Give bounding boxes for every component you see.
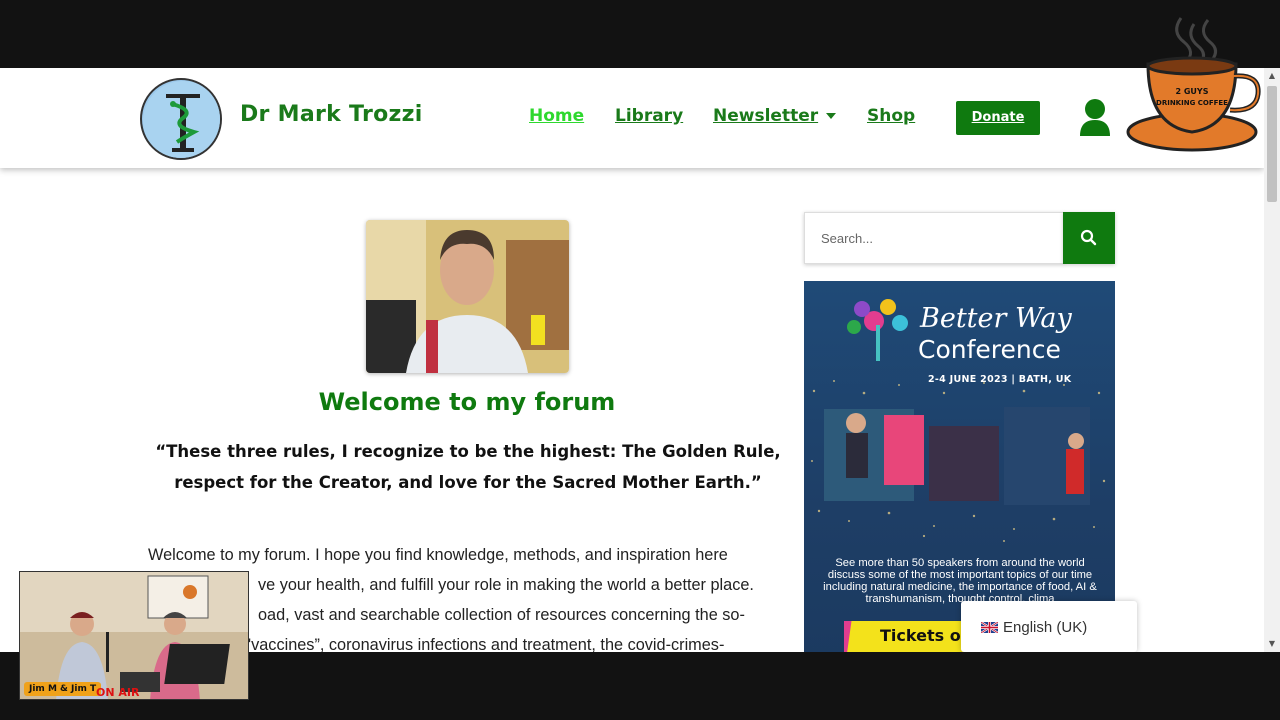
doctor-photo <box>366 220 569 373</box>
site-logo[interactable] <box>140 78 222 160</box>
scroll-down-arrow[interactable]: ▼ <box>1264 636 1280 652</box>
user-account-icon[interactable] <box>1078 98 1112 138</box>
search-icon <box>1080 229 1097 246</box>
nav-newsletter[interactable]: Newsletter <box>713 106 837 126</box>
page-scrollbar[interactable]: ▲ ▼ <box>1264 68 1280 652</box>
coffee-logo-text-2: DRINKING COFFEE <box>1156 99 1228 107</box>
stream-top-bar <box>0 0 1280 68</box>
nav-shop[interactable]: Shop <box>867 106 915 126</box>
language-label: English (UK) <box>1003 619 1088 636</box>
uk-flag-icon <box>981 622 998 633</box>
welcome-heading: Welcome to my forum <box>318 388 616 416</box>
chevron-down-icon <box>826 113 837 119</box>
caduceus-icon <box>143 81 220 158</box>
conference-banner[interactable]: Better Way Conference 2-4 JUNE 2023 | BA… <box>804 281 1115 652</box>
nav-newsletter-label: Newsletter <box>713 106 819 126</box>
banner-title-line1: Better Way <box>920 303 1072 334</box>
webcam-scene <box>20 572 248 699</box>
browser-viewport: Dr Mark Trozzi Home Library Newsletter S… <box>0 68 1264 652</box>
intro-line: Welcome to my forum. I hope you find kno… <box>148 546 728 564</box>
site-header: Dr Mark Trozzi Home Library Newsletter S… <box>0 68 1264 168</box>
donate-button[interactable]: Donate <box>956 101 1040 135</box>
search-input[interactable] <box>805 213 1063 263</box>
nav-home[interactable]: Home <box>529 106 584 126</box>
search-container <box>804 212 1064 264</box>
nav-library[interactable]: Library <box>615 106 683 126</box>
search-button[interactable] <box>1063 212 1115 264</box>
golden-rule-quote: “These three rules, I recognize to be th… <box>148 436 788 498</box>
on-air-label: ON AIR <box>96 686 140 699</box>
banner-date: 2-4 JUNE 2023 | BATH, UK <box>928 374 1072 385</box>
scroll-thumb[interactable] <box>1267 86 1277 202</box>
coffee-show-logo: 2 GUYS DRINKING COFFEE <box>1126 14 1266 156</box>
coffee-logo-text-1: 2 GUYS <box>1176 87 1209 96</box>
banner-description: See more than 50 speakers from around th… <box>823 557 1097 605</box>
banner-title-line2: Conference <box>918 335 1061 364</box>
quote-line: “These three rules, I recognize to be th… <box>155 442 781 461</box>
scroll-up-arrow[interactable]: ▲ <box>1264 68 1280 84</box>
language-switcher[interactable]: English (UK) <box>961 601 1137 652</box>
hosts-name-tag: Jim M & Jim T <box>24 682 102 696</box>
quote-line: respect for the Creator, and love for th… <box>174 473 762 492</box>
site-title[interactable]: Dr Mark Trozzi <box>240 102 423 127</box>
tickets-text[interactable]: Tickets or <box>880 626 969 645</box>
webcam-overlay: Jim M & Jim T ON AIR <box>19 571 249 700</box>
